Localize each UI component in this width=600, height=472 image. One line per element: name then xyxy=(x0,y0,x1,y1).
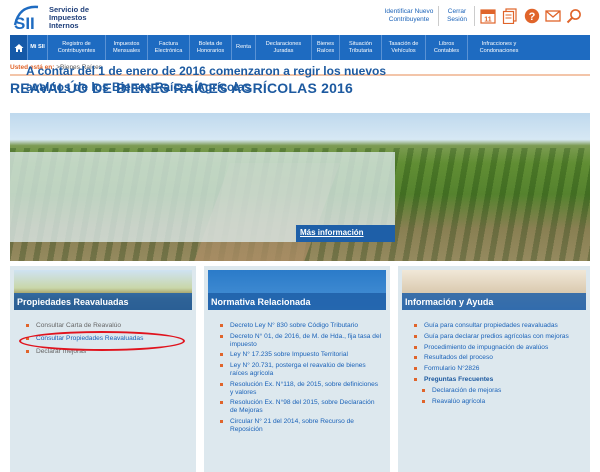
nav-item-renta[interactable]: Renta xyxy=(232,35,256,60)
panel-header-image: Información y Ayuda xyxy=(402,270,586,310)
list-item[interactable]: Circular N° 21 del 2014, sobre Recurso d… xyxy=(218,418,382,434)
regulations-panel: Normativa Relacionada Decreto Ley N° 830… xyxy=(204,266,390,472)
mail-icon[interactable] xyxy=(545,8,561,24)
divider xyxy=(474,6,475,26)
sii-logo-mark: SII xyxy=(13,5,39,31)
sii-logo[interactable]: SII Servicio de Impuestos Internos xyxy=(12,3,122,31)
list-item[interactable]: Ley N° 20.731, posterga el reavalúo de b… xyxy=(218,362,382,378)
link-label: Identificar Nuevo xyxy=(384,8,434,15)
identify-taxpayer-link[interactable]: Identificar Nuevo Contribuyente xyxy=(382,8,436,24)
search-icon[interactable] xyxy=(566,8,582,24)
svg-text:?: ? xyxy=(529,11,536,23)
svg-text:SII: SII xyxy=(14,14,35,31)
documents-icon[interactable] xyxy=(502,8,518,24)
highlight-ellipse xyxy=(19,331,185,351)
list-item[interactable]: Formulario N°2826 xyxy=(412,365,582,373)
calendar-icon[interactable]: 11 xyxy=(480,8,496,24)
nav-item-factura[interactable]: Factura Electrónica xyxy=(148,35,190,60)
panel-title: Propiedades Reavaluadas xyxy=(14,293,192,310)
list-item[interactable]: Procedimiento de impugnación de avalúos xyxy=(412,344,582,352)
list-item[interactable]: Consultar Carta de Reavalúo xyxy=(24,322,188,330)
more-info-button[interactable]: Más información xyxy=(296,225,395,242)
panel-title: Normativa Relacionada xyxy=(208,293,386,310)
logo-text: Servicio de Impuestos Internos xyxy=(49,6,89,30)
list-item[interactable]: Declaración de mejoras xyxy=(420,387,582,395)
list-item[interactable]: Decreto N° 01, de 2016, de M. de Hda., f… xyxy=(218,333,382,349)
link-label: Sesión xyxy=(447,16,467,23)
logout-link[interactable]: Cerrar Sesión xyxy=(442,8,472,24)
panel-header-image: Normativa Relacionada xyxy=(208,270,386,310)
list-item[interactable]: Decreto Ley N° 830 sobre Código Tributar… xyxy=(218,322,382,330)
divider xyxy=(438,6,439,26)
list-item[interactable]: Reavalúo agrícola xyxy=(420,398,582,406)
faq-heading[interactable]: Preguntas Frecuentes xyxy=(412,376,582,384)
properties-panel: Propiedades Reavaluadas Consultar Carta … xyxy=(10,266,196,472)
nav-item-situacion[interactable]: Situación Tributaria xyxy=(340,35,382,60)
help-icon[interactable]: ? xyxy=(524,8,540,24)
link-label: Cerrar xyxy=(447,8,467,15)
panel-link-list: Decreto Ley N° 830 sobre Código Tributar… xyxy=(218,322,382,437)
nav-item-bienes-raices[interactable]: Bienes Raíces xyxy=(312,35,340,60)
logo-text-line: Internos xyxy=(49,21,79,30)
home-icon xyxy=(14,43,23,52)
panel-link-list: Guía para consultar propiedades reavalua… xyxy=(412,322,582,408)
nav-item-infracciones[interactable]: Infracciones y Condonaciones xyxy=(468,35,530,60)
calendar-day: 11 xyxy=(484,17,492,24)
panel-header-image: Propiedades Reavaluadas xyxy=(14,270,192,310)
nav-item-libros[interactable]: Libros Contables xyxy=(426,35,468,60)
link-label: Contribuyente xyxy=(388,16,430,23)
list-item[interactable]: Resolución Ex. N°98 del 2015, sobre Decl… xyxy=(218,399,382,415)
nav-item-boleta[interactable]: Boleta de Honorarios xyxy=(190,35,232,60)
nav-item-tasacion[interactable]: Tasación de Vehículos xyxy=(382,35,426,60)
nav-item-declaraciones[interactable]: Declaraciones Juradas xyxy=(256,35,312,60)
main-nav: Mi SII Registro de Contribuyentes Impues… xyxy=(10,35,590,60)
list-item[interactable]: Guía para consultar propiedades reavalua… xyxy=(412,322,582,330)
nav-item-mi-sii[interactable]: Mi SII xyxy=(28,35,48,60)
panel-title: Información y Ayuda xyxy=(402,293,586,310)
home-button[interactable] xyxy=(10,35,28,60)
list-item[interactable]: Guía para declarar predios agrícolas con… xyxy=(412,333,582,341)
banner-text: A contar del 1 de enero de 2016 comenzar… xyxy=(26,64,386,94)
list-item[interactable]: Ley N° 17.235 sobre Impuesto Territorial xyxy=(218,351,382,359)
top-header: SII Servicio de Impuestos Internos Ident… xyxy=(0,0,600,34)
info-help-panel: Información y Ayuda Guía para consultar … xyxy=(398,266,590,472)
list-item[interactable]: Resolución Ex. N°118, de 2015, sobre def… xyxy=(218,381,382,397)
list-item[interactable]: Resultados del proceso xyxy=(412,354,582,362)
nav-item-registro[interactable]: Registro de Contribuyentes xyxy=(48,35,106,60)
nav-item-impuestos[interactable]: Impuestos Mensuales xyxy=(106,35,148,60)
